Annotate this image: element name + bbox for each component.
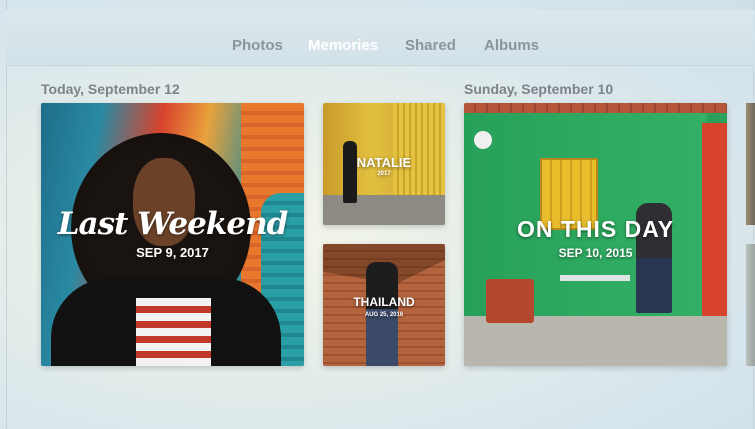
memory-title: THAILAND [353, 295, 415, 309]
tab-photos[interactable]: Photos [232, 37, 283, 54]
tab-memories[interactable]: Memories [308, 37, 378, 54]
memories-screen: Photos Memories Shared Albums Today, Sep… [0, 0, 755, 429]
card-photo-bg [393, 103, 445, 203]
card-photo-bg [474, 131, 492, 149]
memory-title: Last Weekend [57, 206, 289, 242]
memory-date: SEP 10, 2015 [558, 246, 633, 260]
memory-card-peek[interactable] [746, 103, 755, 225]
memory-title: NATALIE [356, 155, 412, 170]
memory-date: SEP 9, 2017 [136, 245, 209, 260]
card-photo-bg [464, 316, 727, 366]
card-photo-bg [486, 279, 534, 323]
card-photo-bg [464, 103, 727, 113]
memory-card-on-this-day[interactable]: ON THIS DAY SEP 10, 2015 [464, 103, 727, 366]
tab-albums[interactable]: Albums [484, 37, 539, 54]
memory-card-last-weekend[interactable]: Last Weekend SEP 9, 2017 [41, 103, 304, 366]
memory-date: AUG 25, 2016 [364, 312, 404, 318]
card-photo-bg [323, 195, 445, 225]
memory-card-peek[interactable] [746, 244, 755, 366]
section-date-today: Today, September 12 [41, 81, 180, 97]
section-date-sunday: Sunday, September 10 [464, 81, 614, 97]
card-photo-bg [560, 275, 630, 281]
top-tab-bar: Photos Memories Shared Albums [6, 10, 754, 66]
memory-card-natalie[interactable]: NATALIE 2017 [323, 103, 445, 225]
tab-shared[interactable]: Shared [405, 37, 456, 54]
memory-date: 2017 [377, 171, 391, 177]
card-photo-subject [136, 298, 211, 366]
memory-title: ON THIS DAY [516, 216, 675, 242]
memory-card-thailand[interactable]: THAILAND AUG 25, 2016 [323, 244, 445, 366]
